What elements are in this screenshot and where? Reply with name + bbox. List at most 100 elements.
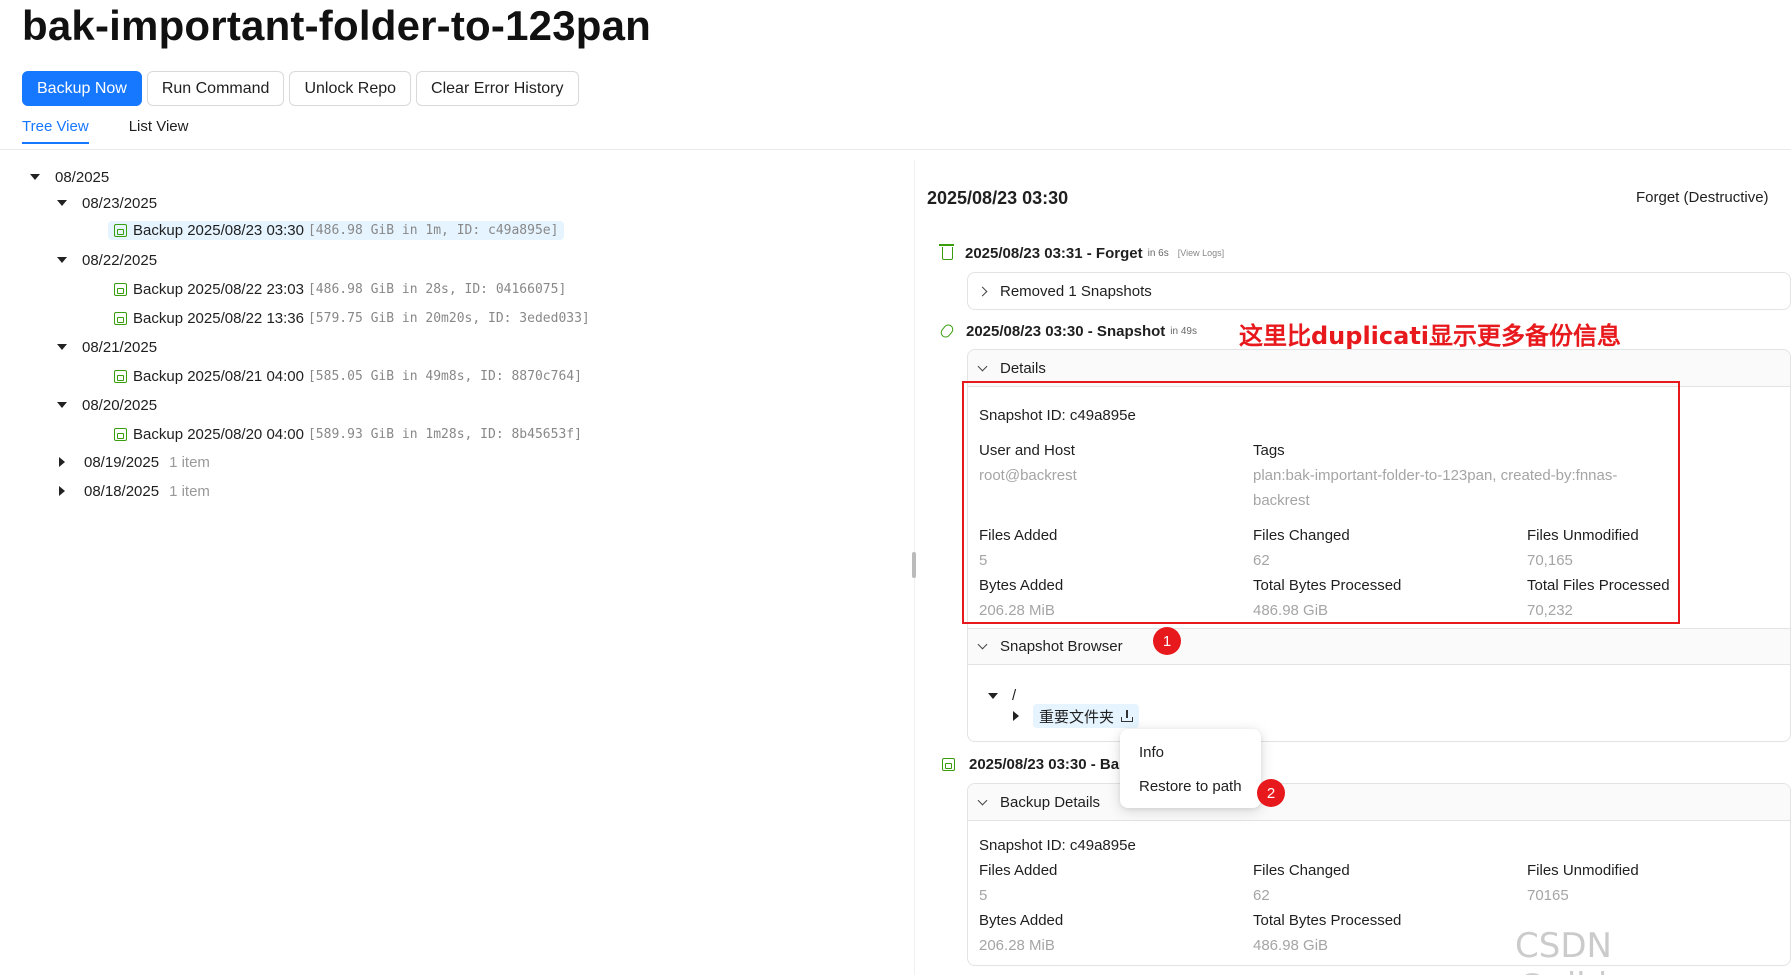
- trash-icon: [939, 243, 954, 260]
- paperclip-icon: [938, 322, 956, 340]
- panel-header-label: Details: [1000, 359, 1046, 377]
- snapshot-meta: [589.93 GiB in 1m28s, ID: 8b45653f]: [307, 426, 582, 442]
- forget-destructive-button[interactable]: Forget (Destructive): [1636, 189, 1769, 206]
- tree-node-day[interactable]: 08/21/2025: [57, 335, 157, 359]
- snapshot-label: Backup 2025/08/20 04:00: [133, 425, 304, 443]
- tree-snapshot-item[interactable]: Backup 2025/08/22 23:03 [486.98 GiB in 2…: [108, 277, 572, 301]
- panel-header-label: Removed 1 Snapshots: [1000, 282, 1152, 300]
- toolbar: Backup Now Run Command Unlock Repo Clear…: [22, 71, 579, 106]
- tree-node-label: 08/19/2025: [84, 453, 160, 471]
- operation-duration: in 49s: [1170, 325, 1197, 337]
- snapshot-browser-header[interactable]: Snapshot Browser: [968, 628, 1790, 664]
- operation-title: 2025/08/23 03:31 - Forget: [965, 244, 1143, 262]
- resize-handle[interactable]: [912, 552, 916, 578]
- operation-snapshot: 2025/08/23 03:30 - Snapshot in 49s: [938, 320, 1197, 342]
- chevron-down-icon: [977, 361, 988, 371]
- files-changed-label: Files Changed: [1253, 862, 1350, 879]
- operation-duration: in 6s: [1147, 247, 1169, 259]
- watermark: CSDN @zibingogo: [1515, 926, 1714, 975]
- tree-node-day[interactable]: 08/23/2025: [57, 191, 157, 215]
- files-unmodified-value: 70165: [1527, 887, 1569, 904]
- chevron-right-icon: [977, 286, 988, 296]
- tree-node-day[interactable]: 08/19/2025 1 item: [57, 450, 210, 474]
- snapshot-label: Backup 2025/08/21 04:00: [133, 367, 304, 385]
- browser-folder-node[interactable]: 重要文件夹: [1013, 704, 1140, 728]
- backup-now-button[interactable]: Backup Now: [22, 71, 142, 106]
- tree-node-label: 08/18/2025: [84, 482, 160, 500]
- caret-down-icon: [57, 402, 67, 408]
- run-command-button[interactable]: Run Command: [146, 71, 285, 106]
- files-unmodified-label: Files Unmodified: [1527, 862, 1639, 879]
- snapshot-meta: [579.75 GiB in 20m20s, ID: 3eded033]: [307, 310, 590, 326]
- tree-node-label: 08/23/2025: [82, 194, 158, 212]
- save-icon: [114, 223, 127, 237]
- browser-root-label: /: [1012, 687, 1017, 704]
- files-changed-value: 62: [1253, 887, 1270, 904]
- context-menu-info[interactable]: Info: [1120, 735, 1261, 769]
- save-icon: [114, 427, 127, 441]
- chevron-down-icon: [977, 639, 988, 650]
- view-logs-link[interactable]: [View Logs]: [1178, 248, 1224, 258]
- bytes-added-value: 206.28 MiB: [979, 937, 1055, 954]
- tree-node-day[interactable]: 08/20/2025: [57, 393, 157, 417]
- page-title: bak-important-folder-to-123pan: [22, 2, 652, 49]
- snapshot-meta: [486.98 GiB in 28s, ID: 04166075]: [307, 281, 567, 297]
- caret-down-icon: [988, 692, 998, 699]
- view-tabs: Tree View List View: [22, 118, 188, 144]
- backup-details-header[interactable]: Backup Details: [968, 784, 1790, 820]
- caret-right-icon: [59, 486, 65, 496]
- panel-header-label: Backup Details: [1000, 793, 1101, 811]
- snapshot-id: Snapshot ID: c49a895e: [979, 837, 1136, 854]
- bytes-added-label: Bytes Added: [979, 912, 1064, 929]
- annotation-badge-1: 1: [1153, 627, 1181, 655]
- operation-title: 2025/08/23 03:30 - Ba: [969, 755, 1120, 773]
- caret-right-icon: [1013, 711, 1019, 721]
- detail-title: 2025/08/23 03:30: [927, 188, 1069, 208]
- tree-node-label: 08/22/2025: [82, 251, 158, 269]
- snapshot-label: Backup 2025/08/22 13:36: [133, 309, 304, 327]
- tree-node-label: 08/21/2025: [82, 338, 158, 356]
- tree-node-day[interactable]: 08/18/2025 1 item: [57, 479, 210, 503]
- save-icon: [114, 282, 127, 296]
- caret-down-icon: [57, 257, 67, 263]
- download-icon[interactable]: [1121, 710, 1134, 722]
- tree-snapshot-item[interactable]: Backup 2025/08/22 13:36 [579.75 GiB in 2…: [108, 306, 596, 330]
- total-bytes-label: Total Bytes Processed: [1253, 912, 1402, 929]
- snapshot-label: Backup 2025/08/22 23:03: [133, 280, 304, 298]
- item-count: 1 item: [169, 482, 210, 500]
- snapshot-meta: [585.05 GiB in 49m8s, ID: 8870c764]: [307, 368, 582, 384]
- files-added-value: 5: [979, 887, 988, 904]
- tree-snapshot-item[interactable]: Backup 2025/08/20 04:00 [589.93 GiB in 1…: [108, 422, 588, 446]
- tab-tree-view[interactable]: Tree View: [22, 118, 89, 144]
- annotation-text: 这里比duplicati显示更多备份信息: [1239, 322, 1622, 350]
- removed-snapshots-panel: Removed 1 Snapshots: [967, 272, 1791, 310]
- item-count: 1 item: [169, 453, 210, 471]
- save-icon: [942, 757, 955, 771]
- browser-root-node[interactable]: /: [988, 687, 1016, 704]
- tree-snapshot-item[interactable]: Backup 2025/08/21 04:00 [585.05 GiB in 4…: [108, 364, 588, 388]
- tree-snapshot-item[interactable]: Backup 2025/08/23 03:30 [486.98 GiB in 1…: [108, 218, 565, 242]
- operation-title: 2025/08/23 03:30 - Snapshot: [966, 322, 1166, 340]
- panel-header-label: Snapshot Browser: [1000, 638, 1123, 655]
- folder-label: 重要文件夹: [1039, 708, 1115, 726]
- operation-backup: 2025/08/23 03:30 - Ba: [942, 753, 1119, 775]
- tab-list-view[interactable]: List View: [129, 118, 189, 144]
- caret-down-icon: [57, 200, 67, 206]
- context-menu: Info Restore to path: [1120, 729, 1261, 808]
- context-menu-restore-to-path[interactable]: Restore to path: [1120, 769, 1261, 803]
- tabs-divider: [0, 149, 1791, 150]
- removed-snapshots-header[interactable]: Removed 1 Snapshots: [968, 273, 1790, 309]
- caret-down-icon: [30, 174, 40, 180]
- caret-down-icon: [57, 344, 67, 350]
- tree-node-label: 08/20/2025: [82, 396, 158, 414]
- tree-node-month[interactable]: 08/2025: [30, 165, 109, 189]
- clear-error-history-button[interactable]: Clear Error History: [416, 71, 579, 106]
- tree-node-day[interactable]: 08/22/2025: [57, 248, 157, 272]
- save-icon: [114, 311, 127, 325]
- files-added-label: Files Added: [979, 862, 1058, 879]
- caret-right-icon: [59, 457, 65, 467]
- unlock-repo-button[interactable]: Unlock Repo: [289, 71, 412, 106]
- save-icon: [114, 369, 127, 383]
- snapshot-label: Backup 2025/08/23 03:30: [133, 221, 304, 239]
- snapshot-browser-body: /: [968, 664, 1790, 742]
